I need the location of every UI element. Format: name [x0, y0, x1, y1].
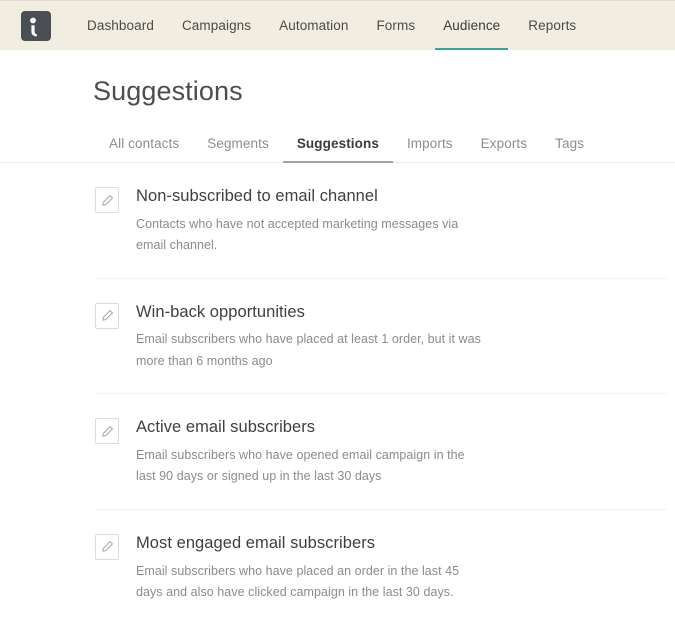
nav-item-label: Forms [376, 18, 416, 33]
audience-subtab-bar: All contacts Segments Suggestions Import… [0, 136, 675, 163]
brand-person-logo-icon [30, 17, 37, 36]
suggestion-description: Email subscribers who have opened email … [136, 447, 465, 484]
page-title: Suggestions [93, 76, 243, 106]
brand-logo[interactable] [21, 10, 51, 41]
suggestion-item[interactable]: Non-subscribed to email channel Contacts… [95, 163, 667, 279]
nav-item-automation[interactable]: Automation [265, 1, 362, 51]
nav-item-audience[interactable]: Audience [429, 1, 514, 51]
suggestion-title: Most engaged email subscribers [136, 533, 376, 552]
main-navigation: Dashboard Campaigns Automation Forms Aud… [73, 1, 590, 51]
nav-item-label: Audience [443, 18, 501, 33]
suggestion-text: Active email subscribers Email subscribe… [136, 417, 667, 488]
top-header-bar: Dashboard Campaigns Automation Forms Aud… [0, 0, 675, 51]
suggestion-item[interactable]: Win-back opportunities Email subscribers… [95, 279, 667, 395]
nav-item-forms[interactable]: Forms [362, 1, 429, 51]
nav-item-dashboard[interactable]: Dashboard [73, 1, 168, 51]
pencil-edit-icon[interactable] [95, 187, 119, 213]
nav-item-label: Reports [528, 18, 577, 33]
subtab-label: Imports [406, 136, 453, 151]
subtab-label: Segments [207, 136, 269, 151]
subtab-segments[interactable]: Segments [193, 136, 283, 162]
suggestion-item[interactable]: Most engaged email subscribers Email sub… [95, 510, 667, 625]
suggestion-item[interactable]: Active email subscribers Email subscribe… [95, 394, 667, 510]
suggestion-title: Active email subscribers [136, 418, 316, 437]
subtab-tags[interactable]: Tags [541, 136, 598, 162]
suggestion-description: Contacts who have not accepted marketing… [136, 216, 459, 253]
nav-item-campaigns[interactable]: Campaigns [168, 1, 265, 51]
subtab-label: All contacts [109, 136, 180, 151]
suggestion-title: Non-subscribed to email channel [136, 187, 378, 205]
nav-item-label: Dashboard [87, 18, 154, 33]
subtab-label: Exports [480, 136, 528, 151]
subtab-imports[interactable]: Imports [393, 136, 467, 162]
page-content: Suggestions All contacts Segments Sugges… [0, 50, 675, 625]
pencil-edit-icon[interactable] [95, 533, 119, 560]
subtab-label: Suggestions [296, 136, 379, 151]
nav-item-label: Campaigns [181, 18, 252, 33]
subtab-all-contacts[interactable]: All contacts [95, 136, 193, 162]
suggestion-text: Most engaged email subscribers Email sub… [136, 533, 667, 604]
suggestion-text: Win-back opportunities Email subscribers… [136, 302, 667, 373]
suggestion-text: Non-subscribed to email channel Contacts… [136, 186, 667, 257]
suggestion-list: Non-subscribed to email channel Contacts… [0, 163, 675, 625]
nav-item-label: Automation [279, 18, 349, 33]
suggestion-title: Win-back opportunities [136, 302, 305, 321]
suggestion-description: Email subscribers who have placed an ord… [136, 563, 460, 600]
subtab-exports[interactable]: Exports [467, 136, 541, 162]
suggestion-description: Email subscribers who have placed at lea… [136, 332, 481, 368]
pencil-edit-icon[interactable] [95, 302, 119, 329]
subtab-label: Tags [555, 136, 585, 151]
pencil-edit-icon[interactable] [95, 418, 119, 445]
subtab-suggestions[interactable]: Suggestions [282, 136, 394, 163]
nav-item-reports[interactable]: Reports [514, 1, 590, 51]
